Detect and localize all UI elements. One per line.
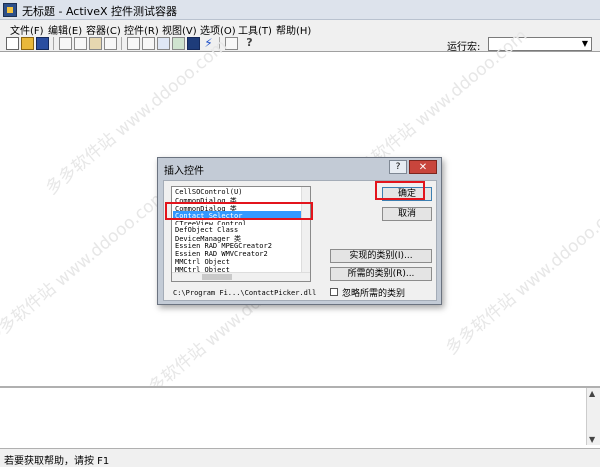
watermark: 多多软件站 www.ddooo.com bbox=[442, 195, 600, 360]
open-icon[interactable] bbox=[21, 37, 34, 50]
insert-control-dialog: 插入控件 ? ✕ CellSOControl(U) CommonDialog 类… bbox=[157, 157, 442, 305]
copy-icon[interactable] bbox=[74, 37, 87, 50]
list-horizontal-scrollbar[interactable] bbox=[172, 272, 310, 281]
dialog-title: 插入控件 bbox=[164, 166, 204, 177]
list-item[interactable]: DefObject Class bbox=[175, 226, 238, 234]
list-vertical-scrollbar[interactable] bbox=[301, 187, 310, 273]
help-icon[interactable]: ? bbox=[243, 37, 256, 50]
help-button[interactable]: ? bbox=[389, 160, 407, 174]
title-bar: 无标题 - ActiveX 控件测试容器 bbox=[0, 0, 600, 20]
list-item[interactable]: CTreeView Control bbox=[175, 220, 247, 225]
menu-container[interactable]: 容器(C) bbox=[86, 22, 121, 37]
list-item[interactable]: CellSOControl(U) bbox=[175, 188, 242, 196]
cut-icon[interactable] bbox=[59, 37, 72, 50]
ambient-icon[interactable] bbox=[172, 37, 185, 50]
properties-icon[interactable] bbox=[142, 37, 155, 50]
status-text: 若要获取帮助，请按 F1 bbox=[4, 456, 110, 467]
menu-edit[interactable]: 编辑(E) bbox=[48, 22, 82, 37]
ignore-required-label: 忽略所需的类别 bbox=[342, 289, 406, 299]
control-path: C:\Program Fi...\ContactPicker.dll bbox=[173, 289, 317, 297]
window-title: 无标题 - ActiveX 控件测试容器 bbox=[22, 5, 178, 18]
annotation-box-selected-control bbox=[165, 202, 313, 220]
scroll-thumb[interactable] bbox=[202, 274, 232, 280]
menu-file[interactable]: 文件(F) bbox=[10, 22, 44, 37]
macro-label: 运行宏: bbox=[447, 42, 481, 53]
control-list[interactable]: CellSOControl(U) CommonDialog 类 CommonDi… bbox=[171, 186, 311, 282]
cancel-button[interactable]: 取消 bbox=[382, 207, 432, 221]
list-item[interactable]: Essien RAD MPEGCreator2 bbox=[175, 242, 272, 250]
toolbar-separator bbox=[53, 37, 54, 50]
list-item[interactable]: Essien RAD WMVCreator2 bbox=[175, 250, 268, 258]
required-categories-button[interactable]: 所需的类别(R)... bbox=[330, 267, 432, 281]
insert-control-icon[interactable] bbox=[127, 37, 140, 50]
watermark: 多多软件站 www.ddooo.com bbox=[0, 185, 172, 350]
ignore-required-checkbox[interactable] bbox=[330, 288, 338, 296]
invoke-methods-icon[interactable] bbox=[157, 37, 170, 50]
menu-help[interactable]: 帮助(H) bbox=[276, 22, 311, 37]
menu-view[interactable]: 视图(V) bbox=[162, 22, 197, 37]
scroll-up-icon[interactable]: ▲ bbox=[589, 389, 595, 398]
scroll-down-icon[interactable]: ▼ bbox=[589, 435, 595, 444]
output-pane[interactable]: ▲ ▼ bbox=[0, 386, 600, 447]
app-icon bbox=[3, 3, 17, 17]
toolbar-separator bbox=[121, 37, 122, 50]
menu-control[interactable]: 控件(R) bbox=[124, 22, 159, 37]
output-scrollbar[interactable]: ▲ ▼ bbox=[586, 388, 600, 445]
list-item[interactable]: MMCtrl Object bbox=[175, 258, 230, 266]
new-icon[interactable] bbox=[6, 37, 19, 50]
chevron-down-icon[interactable]: ▼ bbox=[580, 39, 590, 49]
menu-tools[interactable]: 工具(T) bbox=[238, 22, 272, 37]
paste-icon[interactable] bbox=[89, 37, 102, 50]
implemented-categories-button[interactable]: 实现的类别(I)... bbox=[330, 249, 432, 263]
status-bar: 若要获取帮助，请按 F1 bbox=[0, 448, 600, 467]
delete-icon[interactable] bbox=[104, 37, 117, 50]
close-button[interactable]: ✕ bbox=[409, 160, 437, 174]
annotation-box-ok-button bbox=[375, 181, 425, 200]
save-icon[interactable] bbox=[36, 37, 49, 50]
